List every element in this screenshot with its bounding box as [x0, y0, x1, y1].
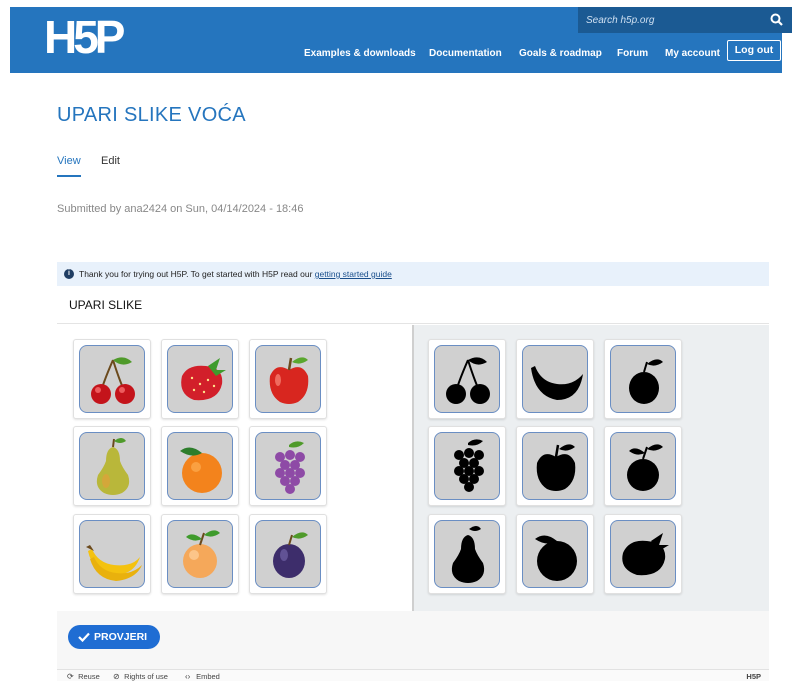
apricot-silhouette-icon	[627, 444, 663, 491]
orange-silhouette-icon	[535, 535, 577, 581]
strawberry-silhouette-icon	[622, 533, 669, 576]
banana-silhouette-icon	[531, 366, 583, 400]
plum-icon	[273, 532, 308, 578]
card-cherry-image[interactable]	[73, 339, 151, 419]
card-strawberry-image[interactable]	[161, 339, 239, 419]
rights-icon: ⊘	[113, 672, 120, 681]
checkmark-icon	[78, 632, 90, 642]
tab-view[interactable]: View	[57, 155, 81, 177]
notice-text: Thank you for trying out H5P. To get sta…	[79, 269, 315, 279]
silhouettes-pane	[414, 325, 769, 611]
logout-button[interactable]: Log out	[727, 40, 781, 61]
page-title: UPARI SLIKE VOĆA	[57, 104, 246, 126]
svg-text:H5P: H5P	[44, 13, 125, 61]
card-plum-silhouette[interactable]	[604, 339, 682, 419]
card-strawberry-silhouette[interactable]	[604, 514, 682, 594]
embed-icon: ‹›	[185, 672, 191, 681]
grapes-icon	[275, 441, 305, 494]
nav-forum[interactable]: Forum	[617, 48, 648, 59]
card-pear-silhouette[interactable]	[428, 514, 506, 594]
images-pane	[57, 325, 412, 611]
card-apricot-image[interactable]	[161, 514, 239, 594]
search-box[interactable]	[578, 7, 792, 33]
check-button-label: PROVJERI	[94, 631, 148, 643]
card-apricot-silhouette[interactable]	[604, 426, 682, 506]
reuse-action[interactable]: ⟳ Reuse	[67, 672, 100, 681]
notice-bar: i Thank you for trying out H5P. To get s…	[57, 262, 769, 286]
card-orange-silhouette[interactable]	[516, 514, 594, 594]
getting-started-link[interactable]: getting started guide	[315, 269, 392, 279]
card-banana-image[interactable]	[73, 514, 151, 594]
card-apple-silhouette[interactable]	[516, 426, 594, 506]
nav-my-account[interactable]: My account	[665, 48, 720, 59]
embed-action[interactable]: ‹› Embed	[185, 672, 220, 681]
plum-silhouette-icon	[629, 359, 663, 404]
card-banana-silhouette[interactable]	[516, 339, 594, 419]
pear-silhouette-icon	[451, 526, 485, 583]
card-cherry-silhouette[interactable]	[428, 339, 506, 419]
pear-icon	[96, 438, 130, 495]
cherry-silhouette-icon	[446, 357, 490, 404]
orange-icon	[180, 447, 222, 493]
reuse-icon: ⟳	[67, 672, 74, 681]
card-orange-image[interactable]	[161, 426, 239, 506]
search-input[interactable]	[586, 11, 766, 29]
apple-silhouette-icon	[536, 444, 576, 491]
cherry-icon	[91, 357, 135, 404]
banana-icon	[86, 545, 142, 581]
card-pear-image[interactable]	[73, 426, 151, 506]
info-icon: i	[64, 269, 74, 279]
search-icon[interactable]	[769, 12, 785, 28]
tab-edit[interactable]: Edit	[101, 155, 120, 167]
card-plum-image[interactable]	[249, 514, 327, 594]
h5p-logo[interactable]: H5P	[44, 13, 144, 61]
nav-examples[interactable]: Examples & downloads	[304, 48, 416, 59]
apple-icon	[269, 357, 309, 404]
h5p-actions-bar: ⟳ Reuse ⊘ Rights of use ‹› Embed H5P	[57, 669, 769, 681]
task-title: UPARI SLIKE	[57, 286, 769, 324]
apricot-icon	[183, 530, 220, 578]
card-grapes-image[interactable]	[249, 426, 327, 506]
nav-documentation[interactable]: Documentation	[429, 48, 502, 59]
card-grapes-silhouette[interactable]	[428, 426, 506, 506]
h5p-brand-icon[interactable]: H5P	[746, 672, 761, 681]
grapes-silhouette-icon	[454, 439, 484, 492]
nav-goals-roadmap[interactable]: Goals & roadmap	[519, 48, 602, 59]
card-apple-image[interactable]	[249, 339, 327, 419]
submitted-info: Submitted by ana2424 on Sun, 04/14/2024 …	[57, 203, 304, 215]
site-header: H5P Examples & downloads Documentation G…	[10, 7, 792, 73]
check-button[interactable]: PROVJERI	[68, 625, 160, 649]
h5p-content: i Thank you for trying out H5P. To get s…	[57, 262, 769, 681]
strawberry-icon	[181, 358, 226, 401]
rights-of-use-action[interactable]: ⊘ Rights of use	[113, 672, 168, 681]
check-area: PROVJERI	[57, 611, 769, 669]
